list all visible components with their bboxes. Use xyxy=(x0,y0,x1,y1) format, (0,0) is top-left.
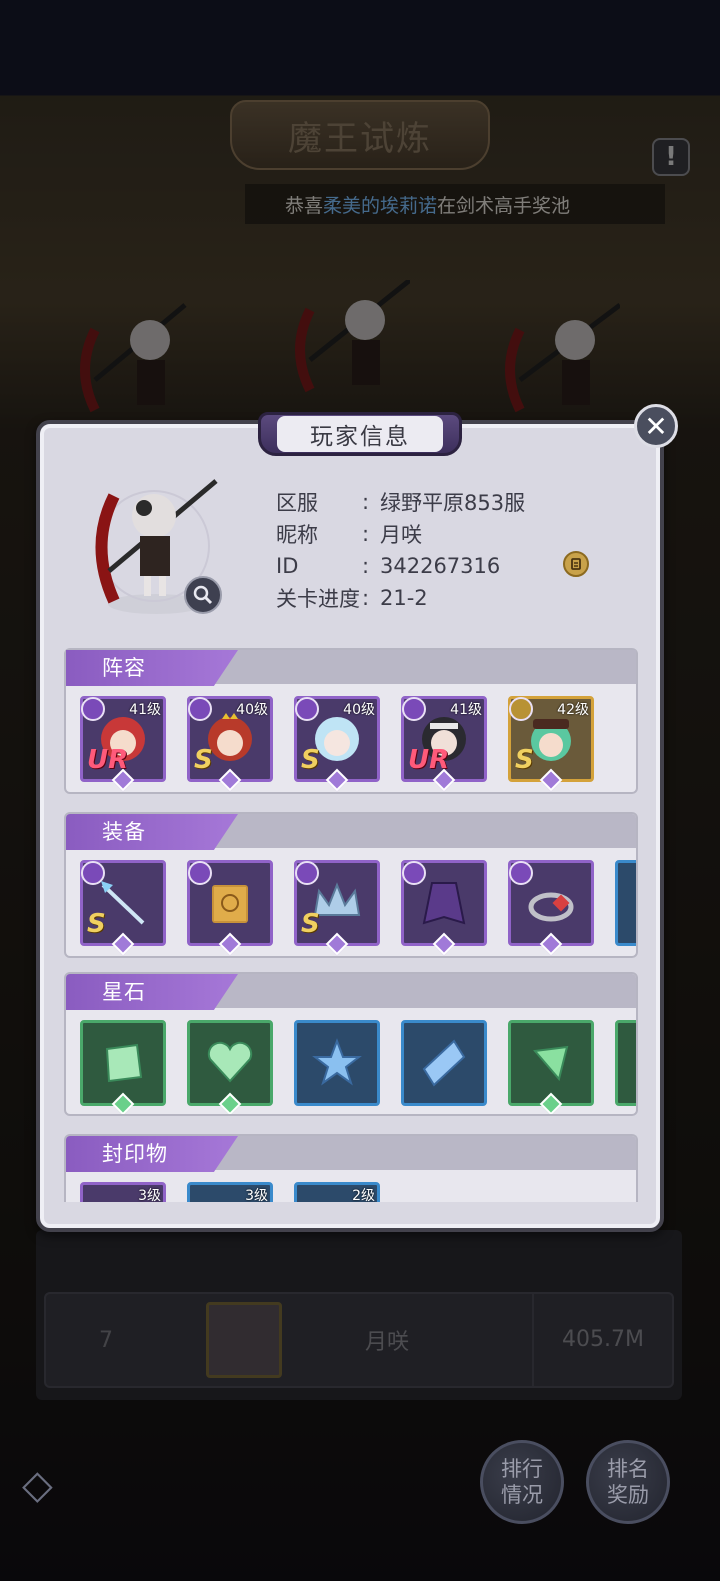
hero-slot-3[interactable]: 40级 S xyxy=(294,696,380,792)
star-stone-slot-2[interactable] xyxy=(187,1020,273,1114)
equipment-list: S S xyxy=(80,860,636,956)
seal-level: 2级 xyxy=(352,1188,375,1202)
hero-grade: S xyxy=(301,745,320,775)
rarity-gem-icon xyxy=(325,932,349,956)
hero-slot-5[interactable]: 42级 S xyxy=(508,696,594,792)
hero-grade: S xyxy=(194,745,213,775)
equipment-grade: S xyxy=(301,909,320,939)
equipment-grade: S xyxy=(87,909,106,939)
progress-colon: : xyxy=(362,586,370,610)
rarity-gem-icon xyxy=(218,768,242,792)
seal-section: 封印物 3级 3级 2级 xyxy=(64,1134,638,1202)
rarity-gem-icon xyxy=(218,932,242,956)
ranking-reward-button[interactable]: 排名 奖励 xyxy=(586,1440,670,1524)
seal-slot-3[interactable]: 2级 xyxy=(294,1182,380,1202)
rarity-gem-icon xyxy=(539,768,563,792)
cloak-icon xyxy=(422,882,466,925)
hero-slot-2[interactable]: 40级 S xyxy=(187,696,273,792)
rarity-gem-icon xyxy=(539,932,563,956)
equipment-slot-2[interactable] xyxy=(187,860,273,956)
dialog-title-plaque: 玩家信息 xyxy=(258,412,462,456)
ring-icon xyxy=(528,892,574,922)
star-stone-section-title: 星石 xyxy=(66,974,238,1010)
green-heart-gem-icon xyxy=(207,1041,253,1083)
seal-level: 3级 xyxy=(245,1188,268,1202)
lineup-list: 41级 UR 40级 S 40级 S 41级 UR 42级 S xyxy=(80,696,594,792)
id-colon: : xyxy=(362,554,370,578)
star-stone-slot-5[interactable] xyxy=(508,1020,594,1114)
seal-slot-1[interactable]: 3级 xyxy=(80,1182,166,1202)
server-value: 绿野平原853服 xyxy=(380,491,526,515)
rarity-gem-icon xyxy=(218,1092,242,1114)
server-row: 区服 : 绿野平原853服 xyxy=(276,486,525,518)
nickname-value: 月咲 xyxy=(380,523,422,547)
rarity-gem-icon xyxy=(539,1092,563,1114)
green-square-gem-icon xyxy=(105,1043,143,1083)
progress-value: 21-2 xyxy=(380,586,428,610)
blue-crystal-gem-icon xyxy=(422,1039,466,1087)
seal-list: 3级 3级 2级 xyxy=(80,1182,380,1202)
server-colon: : xyxy=(362,490,370,514)
nickname-row: 昵称 : 月咲 xyxy=(276,518,525,550)
close-button[interactable]: ✕ xyxy=(634,404,678,448)
progress-label: 关卡进度 xyxy=(276,587,360,611)
rarity-gem-icon xyxy=(111,1092,135,1114)
id-label: ID xyxy=(276,554,299,578)
progress-row: 关卡进度 : 21-2 xyxy=(276,582,525,614)
copy-id-icon[interactable] xyxy=(563,551,589,577)
equipment-slot-3[interactable]: S xyxy=(294,860,380,956)
id-row: ID : 342267316 xyxy=(276,550,525,582)
game-logo-icon: ◇ xyxy=(22,1462,53,1508)
seal-slot-2[interactable]: 3级 xyxy=(187,1182,273,1202)
rarity-gem-icon xyxy=(111,932,135,956)
hero-slot-1[interactable]: 41级 UR xyxy=(80,696,166,792)
hero-slot-4[interactable]: 41级 UR xyxy=(401,696,487,792)
equipment-section-title: 装备 xyxy=(66,814,238,850)
star-stone-slot-3[interactable] xyxy=(294,1020,380,1106)
equipment-slot-1[interactable]: S xyxy=(80,860,166,956)
equipment-slot-5[interactable] xyxy=(508,860,594,956)
star-stone-list xyxy=(80,1020,636,1114)
hero-grade: S xyxy=(515,745,534,775)
equipment-section: 装备 S S xyxy=(64,812,638,958)
star-stone-slot-1[interactable] xyxy=(80,1020,166,1114)
magnify-icon[interactable] xyxy=(184,576,222,614)
server-label: 区服 xyxy=(276,491,318,515)
rarity-gem-icon xyxy=(325,768,349,792)
blue-star-gem-icon xyxy=(312,1038,362,1086)
ranking-status-button[interactable]: 排行 情况 xyxy=(480,1440,564,1524)
player-info: 区服 : 绿野平原853服 昵称 : 月咲 ID : 342267316 关卡进… xyxy=(276,486,525,614)
nickname-label: 昵称 xyxy=(276,523,318,547)
star-stone-slot-6[interactable] xyxy=(615,1020,636,1106)
seal-level: 3级 xyxy=(138,1188,161,1202)
lineup-section: 阵容 41级 UR 40级 S 40级 S 41级 UR 42级 S xyxy=(64,648,638,794)
equipment-slot-6[interactable] xyxy=(615,860,636,946)
id-value: 342267316 xyxy=(380,554,501,578)
rarity-gem-icon xyxy=(432,932,456,956)
green-drop-gem-icon xyxy=(533,1045,569,1082)
seal-section-title: 封印物 xyxy=(66,1136,238,1172)
dialog-title: 玩家信息 xyxy=(277,416,443,452)
book-icon xyxy=(212,885,248,923)
equipment-slot-4[interactable] xyxy=(401,860,487,956)
star-stone-section: 星石 xyxy=(64,972,638,1116)
lineup-section-title: 阵容 xyxy=(66,650,238,686)
star-stone-slot-4[interactable] xyxy=(401,1020,487,1106)
nickname-colon: : xyxy=(362,522,370,546)
